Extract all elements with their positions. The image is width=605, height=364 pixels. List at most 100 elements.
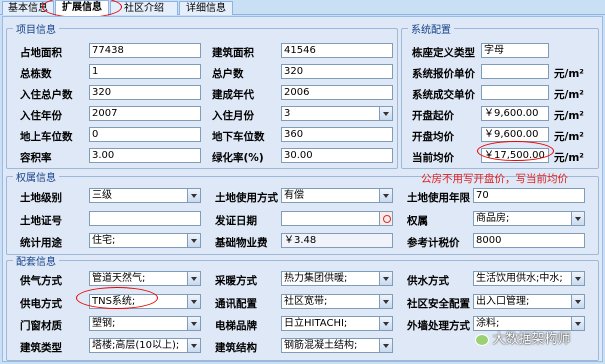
ownership-select[interactable]: 商品房; (473, 211, 585, 226)
system-unit-3: 元/m² (554, 110, 584, 122)
tab-detail-info[interactable]: 详细信息 (179, 1, 233, 15)
main-panel: 项目信息 系统配置 权属信息 配套信息 占地面积 77438 建筑面积 4154… (2, 16, 603, 362)
facility-select-0-1[interactable]: 热力集团供暖; (281, 271, 393, 286)
system-input-3[interactable]: ￥9,600.00 (481, 106, 549, 121)
facility-select-2-0[interactable]: 塑钢; (89, 316, 201, 331)
facility-label-3-0: 建筑类型 (20, 342, 62, 354)
project-label-3-b: 入住月份 (212, 110, 254, 122)
chevron-down-icon[interactable] (187, 295, 200, 308)
chevron-down-icon[interactable] (571, 272, 584, 285)
land-years-label: 土地使用年限 (407, 192, 470, 204)
project-input-4-b[interactable]: 360 (281, 127, 393, 142)
ownership-label: 权属 (407, 215, 428, 227)
facility-select-1-1[interactable]: 社区宽带; (281, 294, 393, 309)
system-unit-4: 元/m² (554, 131, 584, 143)
facility-label-2-0: 门窗材质 (20, 320, 62, 332)
facility-label-1-1: 通讯配置 (215, 298, 257, 310)
project-input-0-a[interactable]: 77438 (89, 43, 201, 58)
land-usage-select[interactable]: 有偿 (281, 188, 393, 203)
chevron-down-icon[interactable] (187, 317, 200, 330)
project-input-5-a[interactable]: 3.00 (89, 148, 201, 163)
project-input-2-b[interactable]: 2006 (281, 85, 393, 100)
facility-select-0-2[interactable]: 生活饮用供水;中水; (473, 271, 585, 286)
chevron-down-icon[interactable] (187, 189, 200, 202)
issue-date-input[interactable] (281, 211, 393, 226)
facility-label-0-2: 供水方式 (407, 275, 449, 287)
chevron-down-icon[interactable] (187, 272, 200, 285)
system-input-1[interactable] (481, 64, 549, 79)
watermark: 大数据架构师 (475, 328, 571, 347)
project-input-3-b[interactable]: 3 (281, 106, 393, 121)
system-unit-2: 元/m² (554, 89, 584, 101)
project-input-1-a[interactable]: 1 (89, 64, 201, 79)
system-unit-1: 元/m² (554, 68, 584, 80)
project-label-1-b: 总户数 (212, 68, 244, 80)
system-unit-5: 元/m² (554, 152, 584, 164)
ref-price-input[interactable]: 8000 (473, 233, 585, 248)
chevron-down-icon[interactable] (571, 295, 584, 308)
system-label-2: 系统成交单价 (412, 89, 475, 101)
system-input-4[interactable]: ￥9,600.00 (481, 127, 549, 142)
project-label-5-a: 容积率 (20, 152, 52, 164)
project-label-5-b: 绿化率(%) (212, 152, 264, 164)
chevron-down-icon[interactable] (379, 295, 392, 308)
system-config-legend: 系统配置 (411, 25, 451, 36)
system-input-2[interactable] (481, 85, 549, 100)
facility-label-2-2: 外墙处理方式 (407, 320, 470, 332)
land-years-input[interactable]: 70 (473, 188, 585, 203)
ref-price-label: 参考计税价 (407, 237, 460, 249)
project-input-2-a[interactable]: 320 (89, 85, 201, 100)
project-label-0-b: 建筑面积 (212, 47, 254, 59)
project-label-2-b: 建成年代 (212, 89, 254, 101)
facility-select-2-1[interactable]: 日立HITACHI; (281, 316, 393, 331)
calendar-icon[interactable] (379, 212, 392, 225)
system-label-4: 开盘均价 (412, 131, 454, 143)
facility-select-0-0[interactable]: 管道天然气; (89, 271, 201, 286)
facility-label-0-1: 采暖方式 (215, 275, 257, 287)
chevron-down-icon[interactable] (187, 339, 200, 352)
issue-date-label: 发证日期 (215, 215, 257, 227)
land-cert-label: 土地证号 (20, 215, 62, 227)
system-label-3: 开盘起价 (412, 110, 454, 122)
facility-label-0-0: 供气方式 (20, 275, 62, 287)
project-input-5-b[interactable]: 30.00 (281, 148, 393, 163)
annotation-note: 公房不用写开盘价，写当前均价 (421, 173, 568, 185)
project-label-4-b: 地下车位数 (212, 131, 265, 143)
chevron-down-icon[interactable] (187, 234, 200, 247)
facility-label-2-1: 电梯品牌 (215, 320, 257, 332)
stat-usage-label: 统计用途 (20, 237, 62, 249)
facility-label-1-0: 供电方式 (20, 298, 62, 310)
land-level-select[interactable]: 三级 (89, 188, 201, 203)
tab-bar: 基本信息 扩展信息 社区介绍 详细信息 (0, 0, 605, 18)
facility-label-1-2: 社区安全配置 (407, 298, 470, 310)
chevron-down-icon[interactable] (379, 339, 392, 352)
facility-select-3-1[interactable]: 钢筋混凝土结构; (281, 338, 393, 353)
chevron-down-icon[interactable] (379, 272, 392, 285)
facility-select-3-0[interactable]: 塔楼;高层(10以上); (89, 338, 201, 353)
chevron-down-icon[interactable] (379, 317, 392, 330)
project-label-4-a: 地上车位数 (20, 131, 73, 143)
project-label-1-a: 总栋数 (20, 68, 52, 80)
chevron-down-icon[interactable] (379, 107, 392, 120)
stat-usage-select[interactable]: 住宅; (89, 233, 201, 248)
annotation-ellipse-price (477, 141, 554, 161)
property-fee-label: 基础物业费 (215, 237, 268, 249)
project-input-0-b[interactable]: 41546 (281, 43, 393, 58)
land-cert-input[interactable] (89, 211, 201, 226)
land-usage-label: 土地使用方式 (215, 192, 278, 204)
project-label-3-a: 入住年份 (20, 110, 62, 122)
project-input-1-b[interactable]: 320 (281, 64, 393, 79)
system-input-0[interactable]: 字母 (481, 43, 549, 58)
chevron-down-icon[interactable] (379, 189, 392, 202)
system-label-1: 系统报价单价 (412, 68, 475, 80)
project-input-4-a[interactable]: 0 (89, 127, 201, 142)
project-input-3-a[interactable]: 2007 (89, 106, 201, 121)
system-label-0: 栋座定义类型 (412, 47, 475, 59)
chevron-down-icon[interactable] (571, 212, 584, 225)
chevron-down-icon[interactable] (571, 317, 584, 330)
annotation-ellipse-power (76, 287, 158, 309)
facility-select-1-2[interactable]: 出入口管理; (473, 294, 585, 309)
property-fee-input[interactable]: ￥3.48 (281, 233, 393, 248)
land-level-label: 土地级别 (20, 192, 62, 204)
system-label-5: 当前均价 (412, 152, 454, 164)
